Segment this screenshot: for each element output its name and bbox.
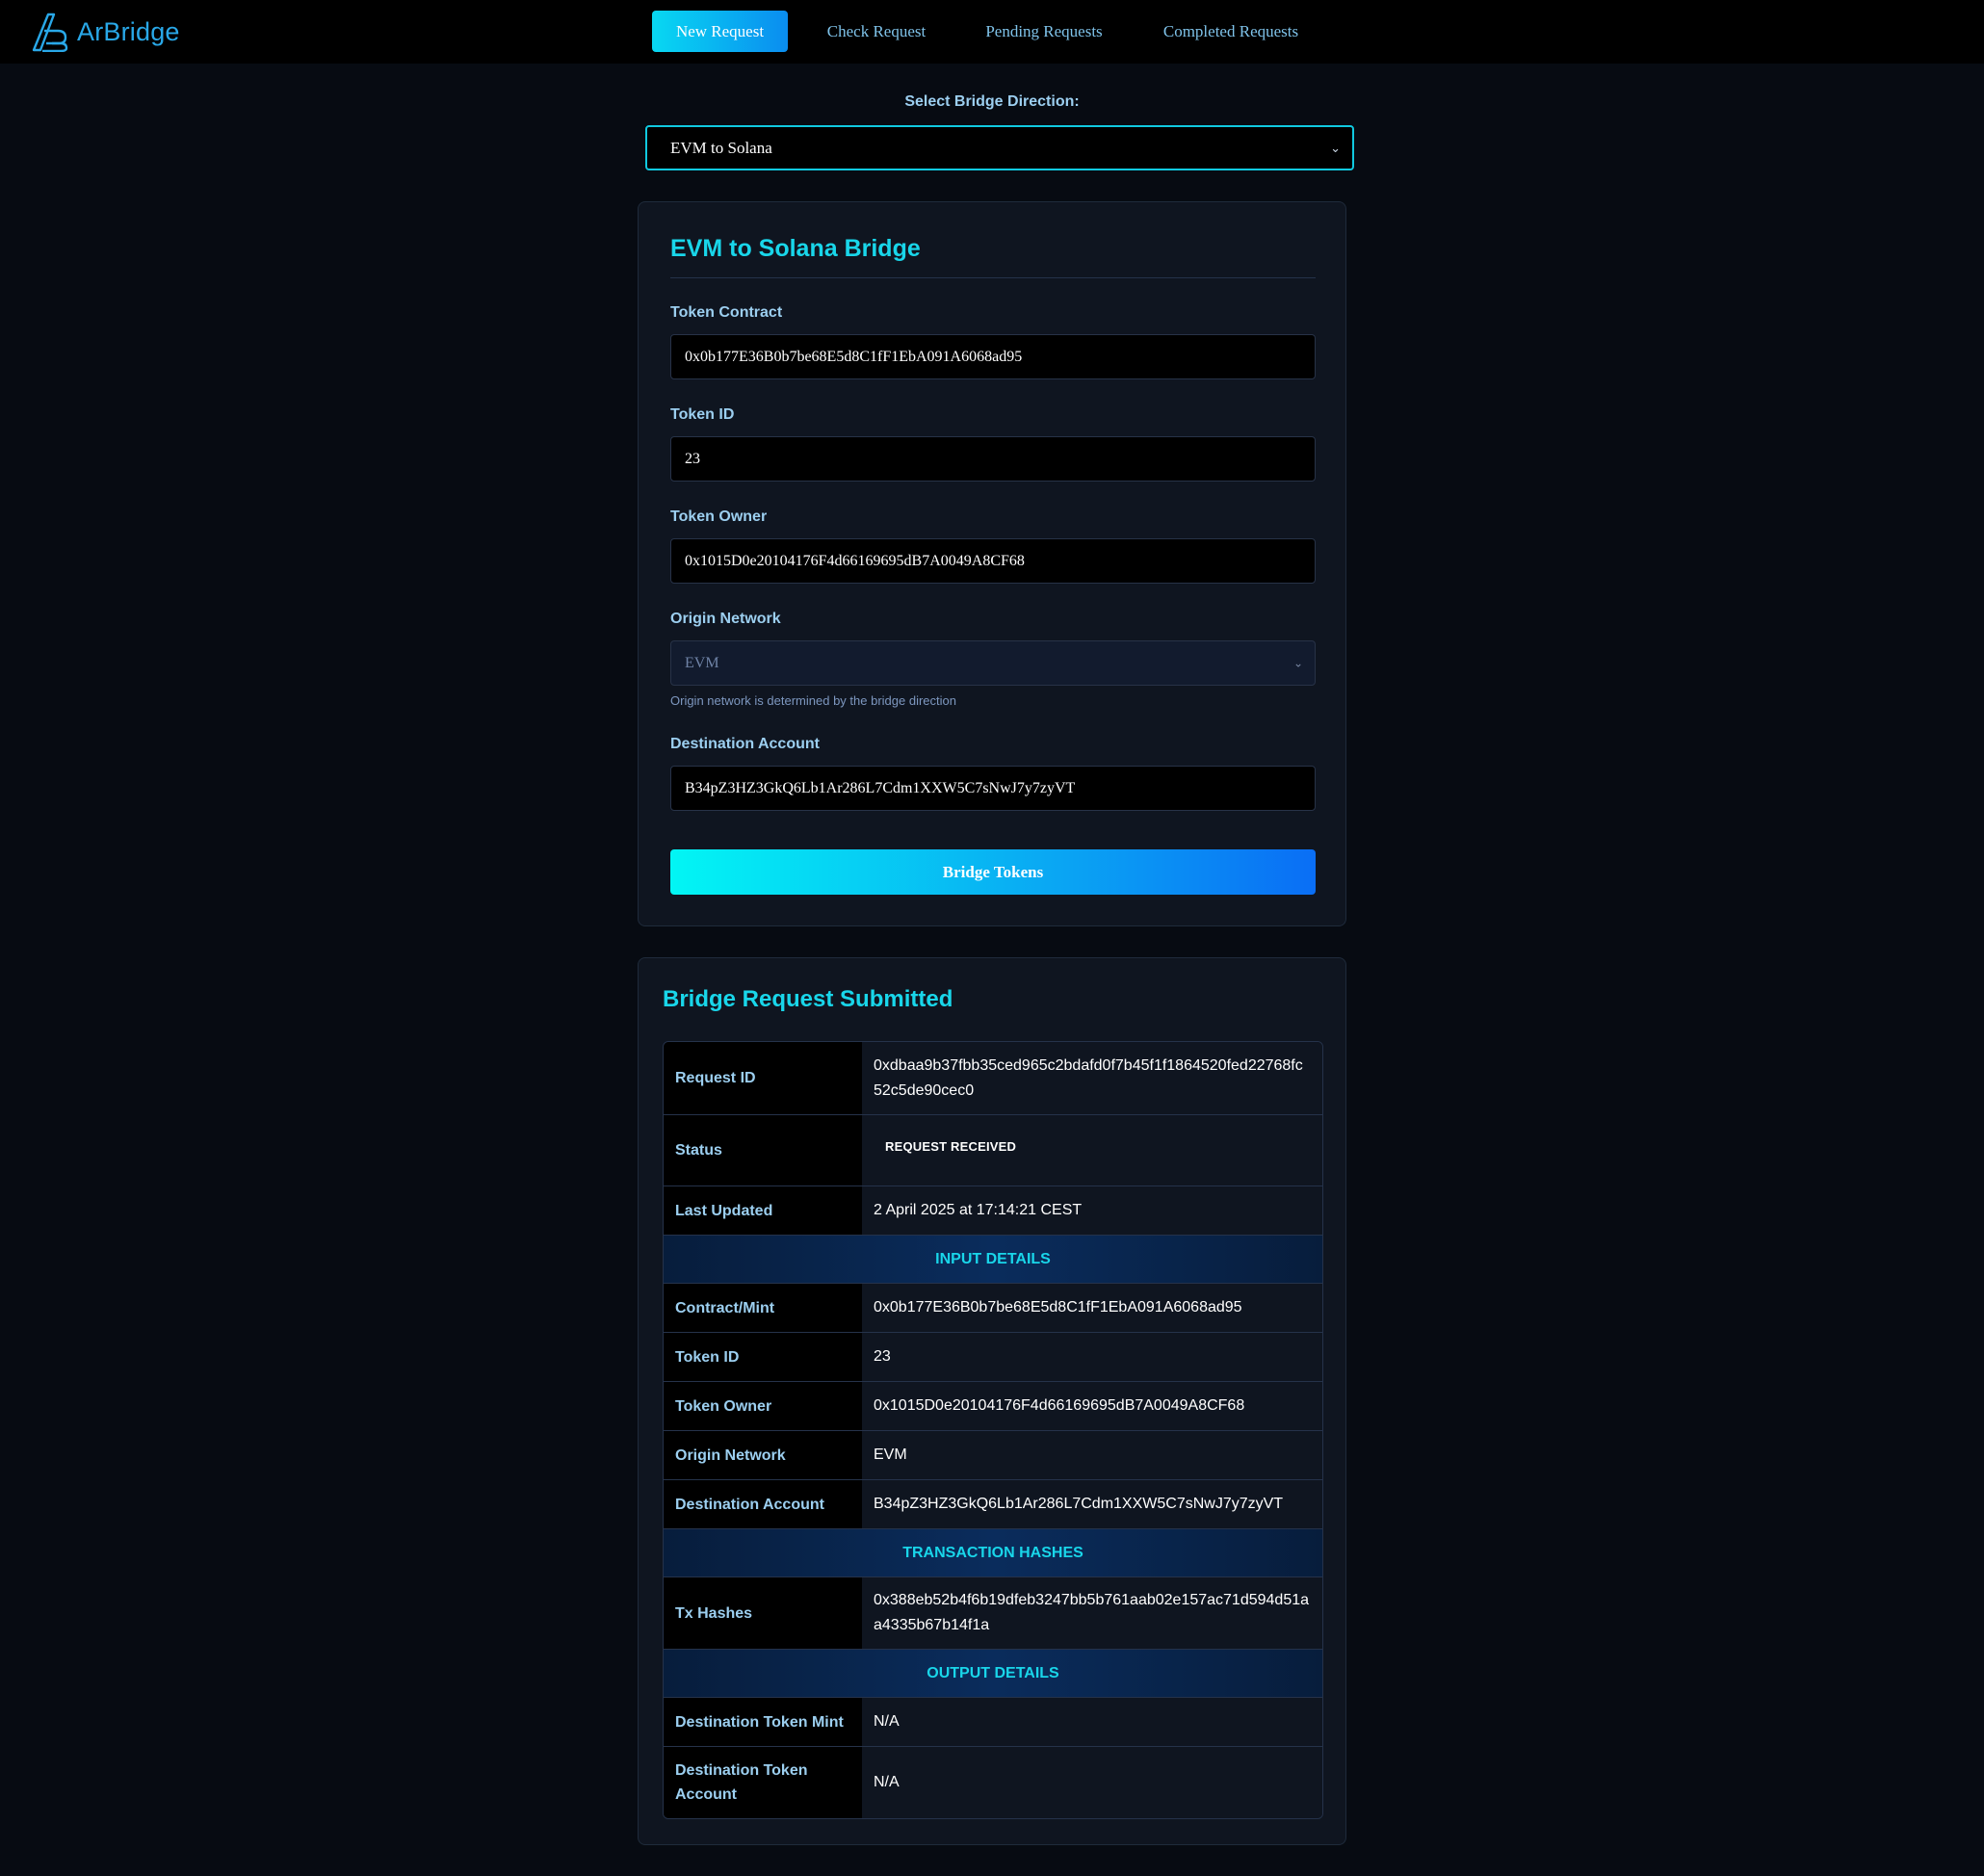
result-token-owner-value: 0x1015D0e20104176F4d66169695dB7A0049A8CF…: [862, 1382, 1322, 1430]
bridge-direction-label: Select Bridge Direction:: [904, 93, 1080, 110]
result-title: Bridge Request Submitted: [663, 986, 953, 1012]
table-row: Last Updated 2 April 2025 at 17:14:21 CE…: [664, 1186, 1322, 1235]
table-row: Token ID 23: [664, 1332, 1322, 1381]
table-row: Destination Account B34pZ3HZ3GkQ6Lb1Ar28…: [664, 1479, 1322, 1528]
token-contract-label: Token Contract: [670, 304, 783, 321]
destination-token-mint-label: Destination Token Mint: [664, 1698, 862, 1746]
transaction-hashes-header: TRANSACTION HASHES: [664, 1528, 1322, 1576]
bridge-tokens-button[interactable]: Bridge Tokens: [670, 849, 1316, 895]
main-nav: New Request Check Request Pending Reques…: [652, 11, 1301, 52]
destination-account-input[interactable]: B34pZ3HZ3GkQ6Lb1Ar286L7Cdm1XXW5C7sNwJ7y7…: [670, 766, 1316, 811]
table-row: Destination Token Account N/A: [664, 1746, 1322, 1818]
result-token-id-label: Token ID: [664, 1333, 862, 1381]
brand-name: ArBridge: [77, 16, 180, 46]
destination-token-mint-value: N/A: [862, 1698, 1322, 1746]
table-row: Status REQUEST RECEIVED: [664, 1114, 1322, 1186]
result-destination-account-value: B34pZ3HZ3GkQ6Lb1Ar286L7Cdm1XXW5C7sNwJ7y7…: [862, 1480, 1322, 1528]
table-row: Origin Network EVM: [664, 1430, 1322, 1479]
result-token-owner-label: Token Owner: [664, 1382, 862, 1430]
contract-mint-value: 0x0b177E36B0b7be68E5d8C1fF1EbA091A6068ad…: [862, 1284, 1322, 1332]
table-row: Tx Hashes 0x388eb52b4f6b19dfeb3247bb5b76…: [664, 1576, 1322, 1649]
token-owner-label: Token Owner: [670, 508, 768, 525]
origin-network-label: Origin Network: [670, 611, 781, 627]
status-cell: REQUEST RECEIVED: [862, 1115, 1322, 1186]
origin-network-select: EVM ⌄: [670, 640, 1316, 686]
contract-mint-label: Contract/Mint: [664, 1284, 862, 1332]
result-token-id-value: 23: [862, 1333, 1322, 1381]
nav-pending-requests[interactable]: Pending Requests: [981, 11, 1107, 52]
title-divider: [670, 277, 1316, 278]
chevron-down-icon: ⌄: [1292, 656, 1303, 669]
status-label: Status: [664, 1115, 862, 1186]
table-row: Request ID 0xdbaa9b37fbb35ced965c2bdafd0…: [664, 1042, 1322, 1114]
request-id-label: Request ID: [664, 1042, 862, 1114]
bridge-direction-select[interactable]: EVM to Solana ⌄: [645, 125, 1354, 170]
nav-check-request[interactable]: Check Request: [825, 11, 927, 52]
bridge-direction-value: EVM to Solana: [670, 138, 772, 157]
result-origin-network-value: EVM: [862, 1431, 1322, 1479]
bridge-form-card: EVM to Solana Bridge Token Contract 0x0b…: [638, 201, 1346, 926]
token-id-label: Token ID: [670, 406, 735, 423]
tx-hashes-value: 0x388eb52b4f6b19dfeb3247bb5b761aab02e157…: [862, 1577, 1322, 1649]
origin-network-value: EVM: [685, 654, 719, 671]
arbridge-logo-icon: [32, 13, 68, 52]
table-row: Contract/Mint 0x0b177E36B0b7be68E5d8C1fF…: [664, 1283, 1322, 1332]
output-details-header: OUTPUT DETAILS: [664, 1649, 1322, 1697]
origin-network-hint: Origin network is determined by the brid…: [670, 693, 956, 708]
nav-new-request[interactable]: New Request: [652, 11, 788, 52]
table-row: Destination Token Mint N/A: [664, 1697, 1322, 1746]
token-contract-input[interactable]: 0x0b177E36B0b7be68E5d8C1fF1EbA091A6068ad…: [670, 334, 1316, 379]
destination-account-label: Destination Account: [670, 736, 820, 752]
top-navbar: ArBridge New Request Check Request Pendi…: [0, 0, 1984, 64]
form-title: EVM to Solana Bridge: [670, 235, 921, 262]
destination-token-account-label: Destination Token Account: [664, 1747, 862, 1818]
last-updated-label: Last Updated: [664, 1186, 862, 1235]
result-origin-network-label: Origin Network: [664, 1431, 862, 1479]
brand-logo[interactable]: ArBridge: [31, 10, 180, 54]
token-owner-input[interactable]: 0x1015D0e20104176F4d66169695dB7A0049A8CF…: [670, 538, 1316, 584]
input-details-header: INPUT DETAILS: [664, 1235, 1322, 1283]
destination-token-account-value: N/A: [862, 1747, 1322, 1818]
result-destination-account-label: Destination Account: [664, 1480, 862, 1528]
result-table: Request ID 0xdbaa9b37fbb35ced965c2bdafd0…: [663, 1041, 1323, 1819]
table-row: Token Owner 0x1015D0e20104176F4d66169695…: [664, 1381, 1322, 1430]
tx-hashes-label: Tx Hashes: [664, 1577, 862, 1649]
status-badge: REQUEST RECEIVED: [885, 1139, 1017, 1154]
token-id-input[interactable]: 23: [670, 436, 1316, 482]
request-id-value: 0xdbaa9b37fbb35ced965c2bdafd0f7b45f1f186…: [862, 1042, 1322, 1114]
nav-completed-requests[interactable]: Completed Requests: [1161, 11, 1301, 52]
request-result-card: Bridge Request Submitted Request ID 0xdb…: [638, 957, 1346, 1845]
last-updated-value: 2 April 2025 at 17:14:21 CEST: [862, 1186, 1322, 1235]
chevron-down-icon: ⌄: [1330, 140, 1341, 155]
